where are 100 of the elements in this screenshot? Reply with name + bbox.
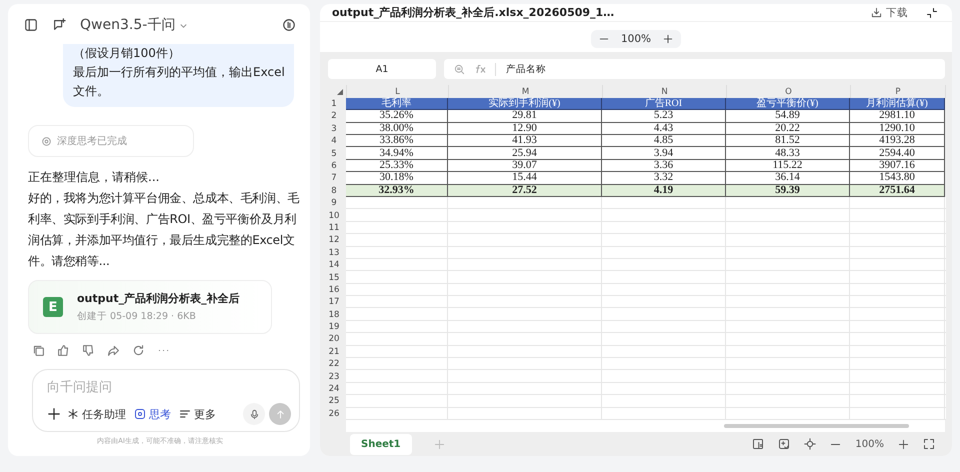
sheet-tab[interactable]: Sheet1 [350, 434, 412, 454]
row-header[interactable]: 14 [322, 258, 346, 272]
new-chat-icon[interactable] [52, 18, 66, 32]
thinking-status: 深度思考已完成 [57, 134, 127, 148]
add-icon[interactable] [47, 407, 61, 421]
tool-icon[interactable] [67, 408, 79, 420]
download-button[interactable]: 下载 [871, 6, 908, 20]
column-header[interactable]: P [850, 85, 945, 98]
download-icon[interactable] [871, 7, 882, 18]
row-header[interactable]: 13 [322, 246, 346, 259]
table-cell: 32.93% [346, 184, 448, 197]
row-header[interactable]: 6 [322, 160, 346, 172]
share-icon[interactable] [107, 344, 120, 357]
table-cell: 54.89 [726, 110, 850, 123]
select-all-icon[interactable] [337, 88, 343, 95]
row-header[interactable]: 18 [322, 308, 346, 321]
row-header[interactable]: 1 [322, 98, 346, 110]
row-header[interactable]: 3 [322, 122, 346, 136]
file-name: output_产品利润分析表_补全后 [77, 291, 240, 306]
row-header[interactable]: 7 [322, 172, 346, 185]
model-selector[interactable]: Qwen3.5-千问 [80, 16, 188, 34]
row-header[interactable]: 26 [322, 408, 346, 420]
collapse-icon[interactable] [926, 6, 938, 19]
header-cell: 盈亏平衡价(¥) [726, 98, 850, 110]
table-cell: 20.22 [726, 122, 850, 136]
sidebar-toggle-icon[interactable] [24, 18, 38, 32]
table-cell: 25.94 [448, 147, 602, 160]
cell-reference-field[interactable]: A1 [328, 59, 436, 80]
table-cell: 41.93 [448, 135, 602, 148]
column-header[interactable]: N [602, 85, 726, 98]
formula-field[interactable]: 产品名称 [495, 62, 546, 76]
table-cell: 5.23 [602, 110, 726, 123]
table-cell: 4193.28 [850, 135, 945, 148]
row-header[interactable]: 21 [322, 346, 346, 358]
row-header[interactable]: 9 [322, 196, 346, 210]
zoom-level: 100% [620, 33, 652, 46]
zoom-in-icon[interactable] [898, 438, 909, 450]
microphone-icon[interactable] [248, 408, 260, 420]
row-header[interactable]: 10 [322, 209, 346, 222]
table-cell: 33.86% [346, 135, 448, 148]
tool-icon[interactable] [179, 408, 191, 420]
table-cell: 3.36 [602, 160, 726, 172]
thumbs-up-icon[interactable] [57, 344, 70, 357]
row-header[interactable]: 5 [322, 147, 346, 160]
column-header[interactable]: O [726, 85, 850, 98]
row-header[interactable]: 8 [322, 184, 346, 197]
table-cell: 48.33 [726, 147, 850, 160]
check-document-icon[interactable] [778, 438, 790, 450]
row-header[interactable]: 17 [322, 296, 346, 308]
table-cell: 115.22 [726, 160, 850, 172]
header-cell: 广告ROI [602, 98, 726, 110]
row-header[interactable]: 4 [322, 135, 346, 148]
table-cell: 2751.64 [850, 184, 945, 197]
composer-tool[interactable]: 任务助理 [65, 404, 128, 424]
table-cell: 59.39 [726, 184, 850, 197]
row-header[interactable]: 25 [322, 395, 346, 408]
row-header[interactable]: 15 [322, 271, 346, 284]
zoom-in-icon[interactable] [663, 34, 674, 44]
microphone-button[interactable] [243, 403, 265, 425]
row-header[interactable]: 24 [322, 382, 346, 396]
header-cell: 月利润估算(¥) [850, 98, 945, 110]
table-cell: 4.19 [602, 184, 726, 197]
viewer-title: output_产品利润分析表_补全后.xlsx_20260509_1… [332, 5, 614, 20]
row-header[interactable]: 22 [322, 358, 346, 370]
crosshair-icon[interactable] [804, 438, 816, 450]
row-header[interactable]: 2 [322, 110, 346, 123]
tool-icon[interactable] [134, 408, 146, 420]
table-cell: 4.43 [602, 122, 726, 136]
copy-icon[interactable] [32, 344, 45, 357]
status-zoom-level: 100% [855, 438, 884, 450]
composer-tool[interactable]: 思考 [132, 404, 173, 424]
table-cell: 81.52 [726, 135, 850, 148]
refresh-icon[interactable] [132, 344, 145, 357]
table-cell: 27.52 [448, 184, 602, 197]
fullscreen-icon[interactable] [923, 438, 935, 450]
user-message-line: 最后加一行所有列的平均值，输出Excel文件。 [73, 64, 286, 100]
table-cell: 2981.10 [850, 110, 945, 123]
table-cell: 39.07 [448, 160, 602, 172]
composer-tool[interactable]: 更多 [177, 404, 218, 424]
row-header[interactable]: 11 [322, 222, 346, 234]
row-header[interactable]: 23 [322, 370, 346, 383]
column-header[interactable]: M [448, 85, 602, 98]
sheet-view-icon[interactable] [752, 438, 764, 450]
status-text: 正在整理信息，请稍候... [28, 169, 160, 186]
table-cell: 3.94 [602, 147, 726, 160]
row-header[interactable]: 20 [322, 333, 346, 346]
header-cell: 毛利率 [346, 98, 448, 110]
file-meta: 创建于 05-09 18:29 · 6KB [77, 310, 197, 323]
assistant-reply: 好的，我将为您计算平台佣金、总成本、毛利润、毛利率、实际到手利润、广告ROI、盈亏平衡价及月利润估算，并添加平均值行，最后生成完整的Excel文件。请您稍等... [28, 190, 300, 270]
table-cell: 35.26% [346, 110, 448, 123]
file-card[interactable]: E output_产品利润分析表_补全后 创建于 05-09 18:29 · 6KB [28, 280, 272, 334]
thumbs-down-icon[interactable] [82, 344, 95, 357]
table-cell: 3907.16 [850, 160, 945, 172]
horizontal-scrollbar[interactable] [724, 424, 909, 428]
table-cell: 4.85 [602, 135, 726, 148]
row-header[interactable]: 16 [322, 284, 346, 296]
table-cell: 25.33% [346, 160, 448, 172]
row-header[interactable]: 19 [322, 320, 346, 334]
row-header[interactable]: 12 [322, 234, 346, 247]
column-header[interactable]: L [346, 85, 448, 98]
